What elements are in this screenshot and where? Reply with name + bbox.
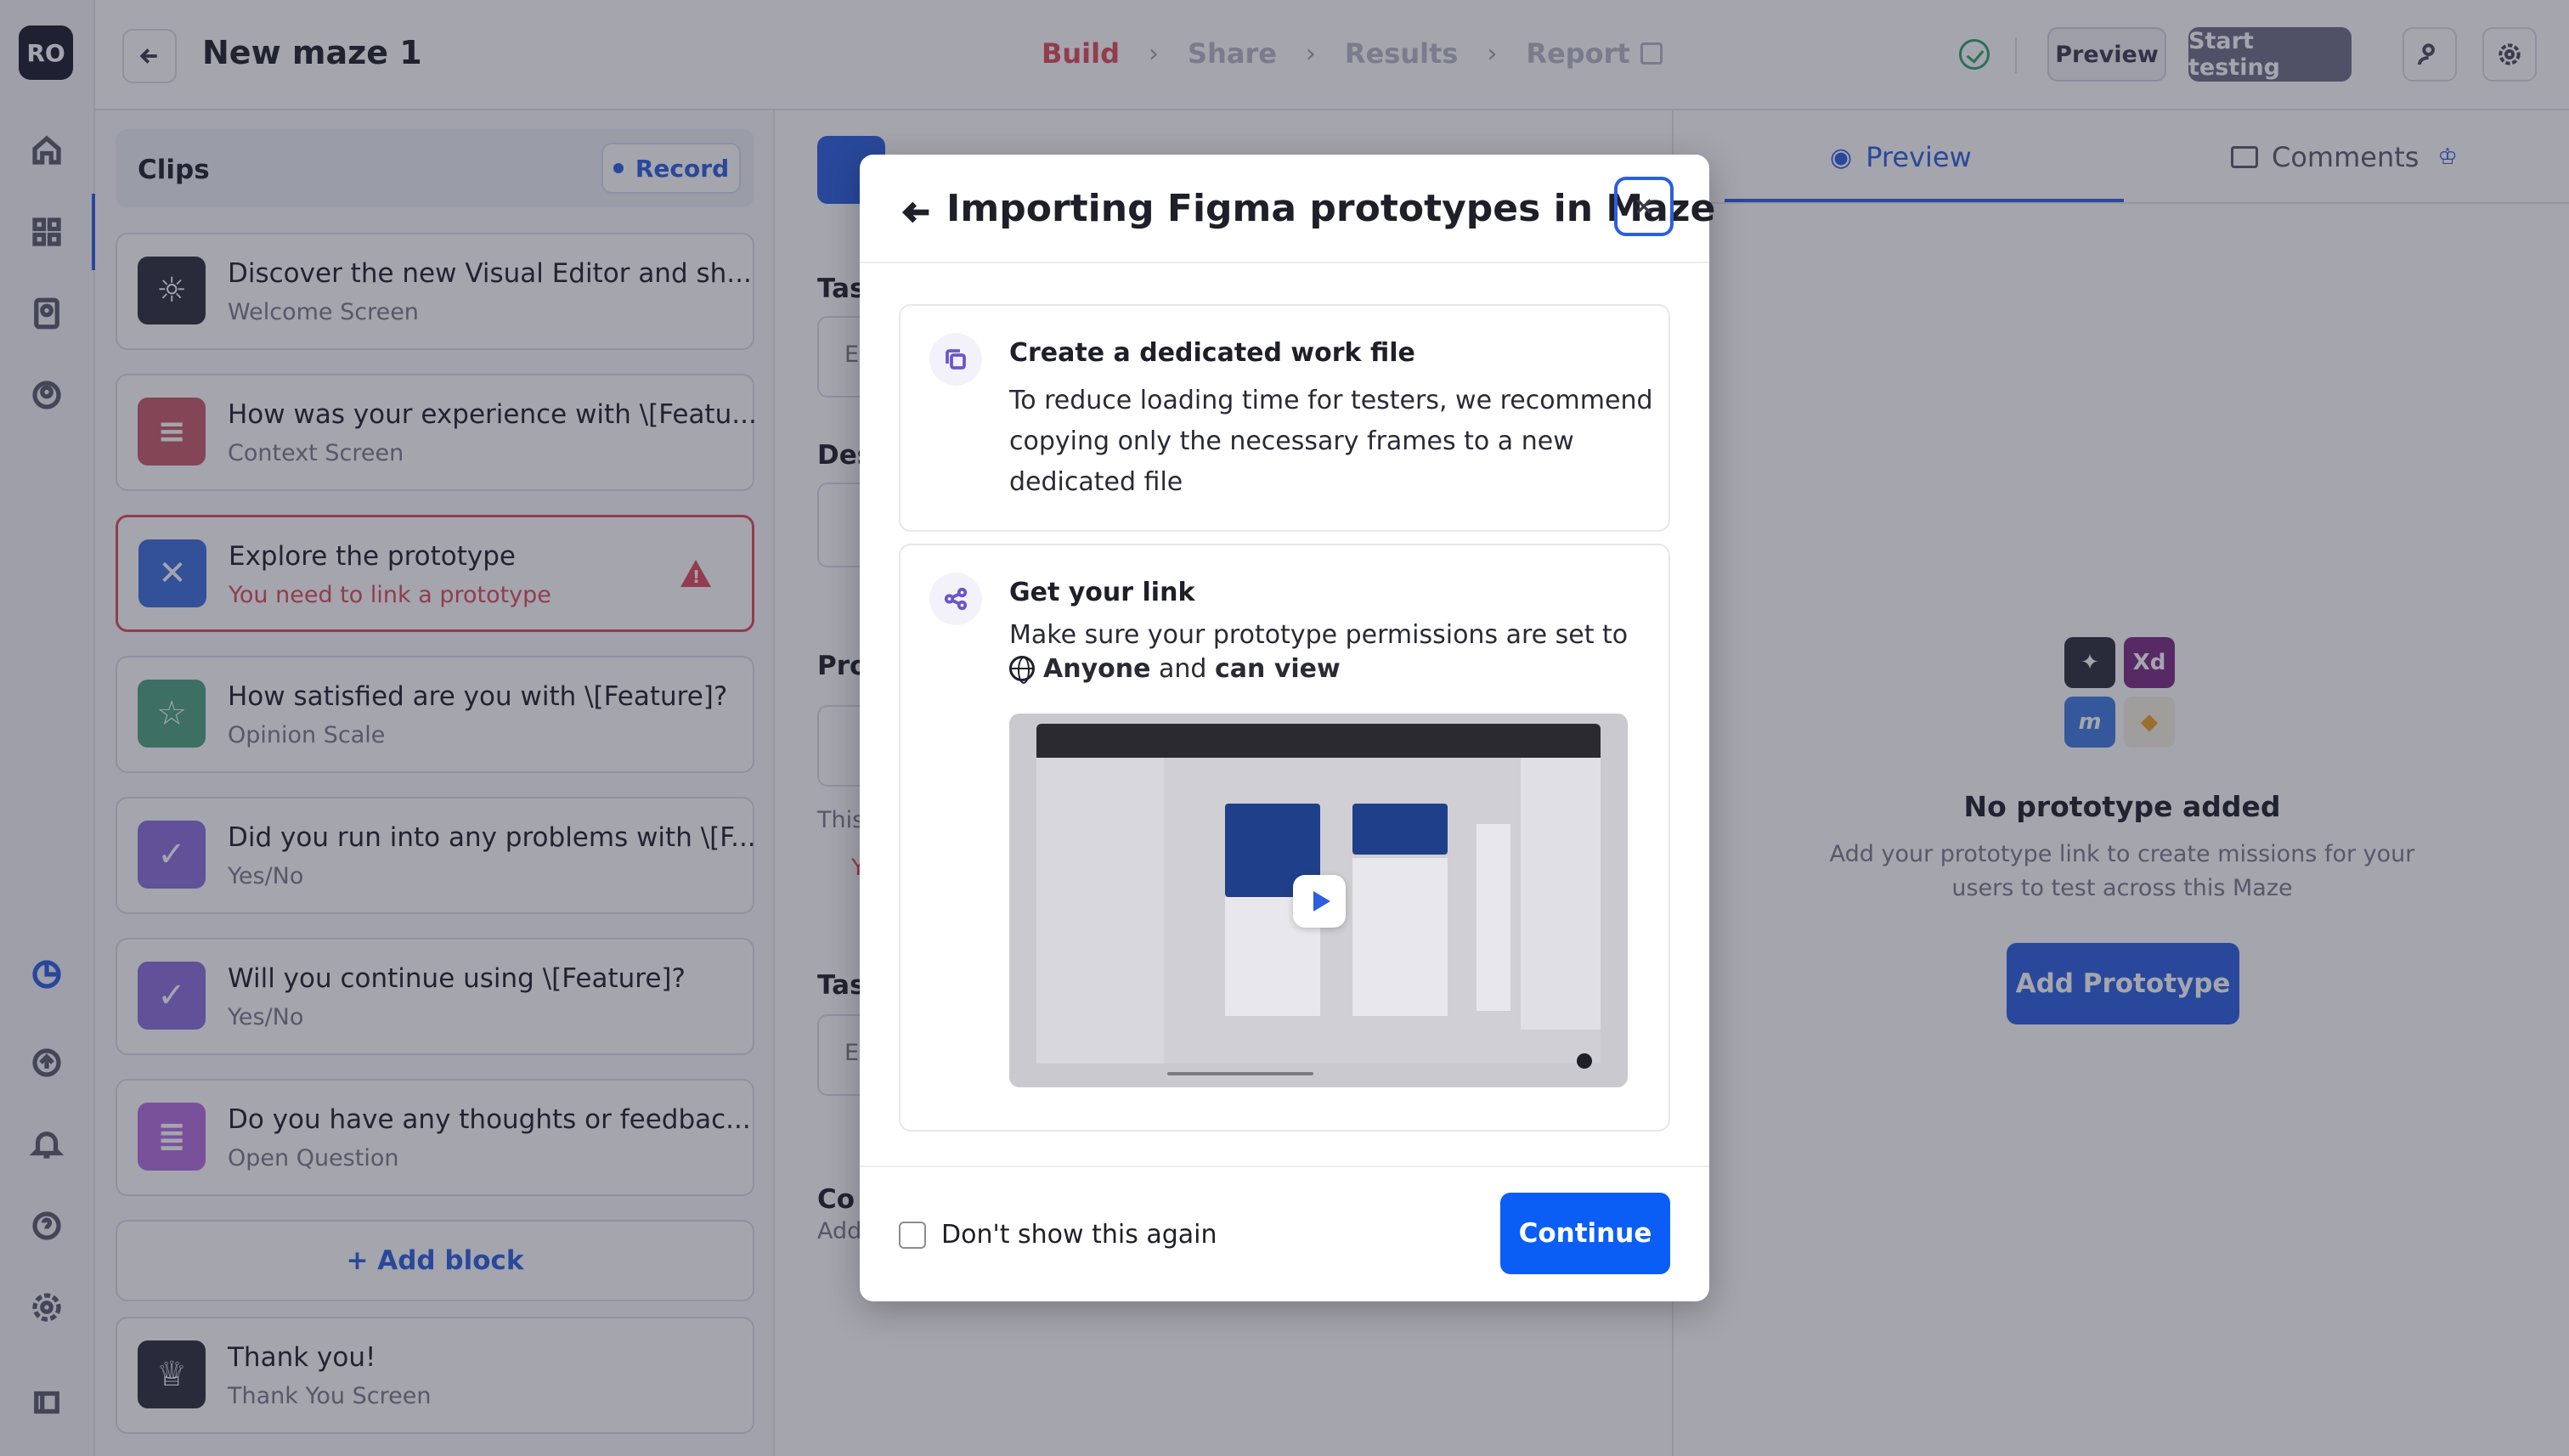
dont-show-again-checkbox[interactable] — [899, 1222, 926, 1249]
dont-show-again-label[interactable]: Don't show this again — [941, 1220, 1217, 1250]
close-icon — [1636, 199, 1652, 214]
play-icon[interactable] — [1293, 875, 1346, 928]
tip-card-get-link: Get your link Make sure your prototype p… — [899, 544, 1670, 1132]
app-root: RO New maze 1 Build › Share › Results › … — [0, 0, 2569, 1456]
globe-icon — [1009, 656, 1035, 684]
card-body: Make sure your prototype permissions are… — [1009, 618, 1655, 686]
arrow-left-icon — [901, 201, 929, 223]
can-view-label: can view — [1215, 654, 1341, 684]
anyone-label: Anyone — [1043, 654, 1151, 684]
modal-back-button[interactable] — [901, 195, 934, 229]
share-icon — [929, 573, 982, 625]
modal-header-divider — [860, 262, 1709, 263]
video-frame-properties — [1521, 758, 1601, 1030]
modal-title: Importing Figma prototypes in Maze — [946, 187, 1716, 230]
video-frame-sidebar — [1036, 758, 1164, 1064]
continue-button[interactable]: Continue — [1500, 1193, 1670, 1274]
copy-icon — [929, 333, 982, 386]
video-frame-panel — [1476, 824, 1510, 1011]
permission-text: Make sure your prototype permissions are… — [1009, 620, 1629, 650]
modal-footer-divider — [860, 1165, 1709, 1167]
video-frame-toolbar — [1036, 724, 1601, 758]
tutorial-video[interactable] — [1009, 714, 1628, 1087]
card-title: Get your link — [1009, 578, 1195, 607]
modal-close-button[interactable] — [1614, 177, 1674, 236]
card-title: Create a dedicated work file — [1009, 338, 1415, 368]
video-frame-panel — [1352, 858, 1448, 1016]
video-cursor-dot — [1577, 1053, 1592, 1069]
and-text: and — [1159, 654, 1207, 684]
card-body: To reduce loading time for testers, we r… — [1009, 386, 1653, 497]
tip-card-work-file: Create a dedicated work file To reduce l… — [899, 304, 1670, 532]
video-scrollbar — [1167, 1072, 1313, 1075]
import-figma-modal: Importing Figma prototypes in Maze Creat… — [860, 155, 1715, 1301]
video-frame-card — [1352, 804, 1448, 855]
